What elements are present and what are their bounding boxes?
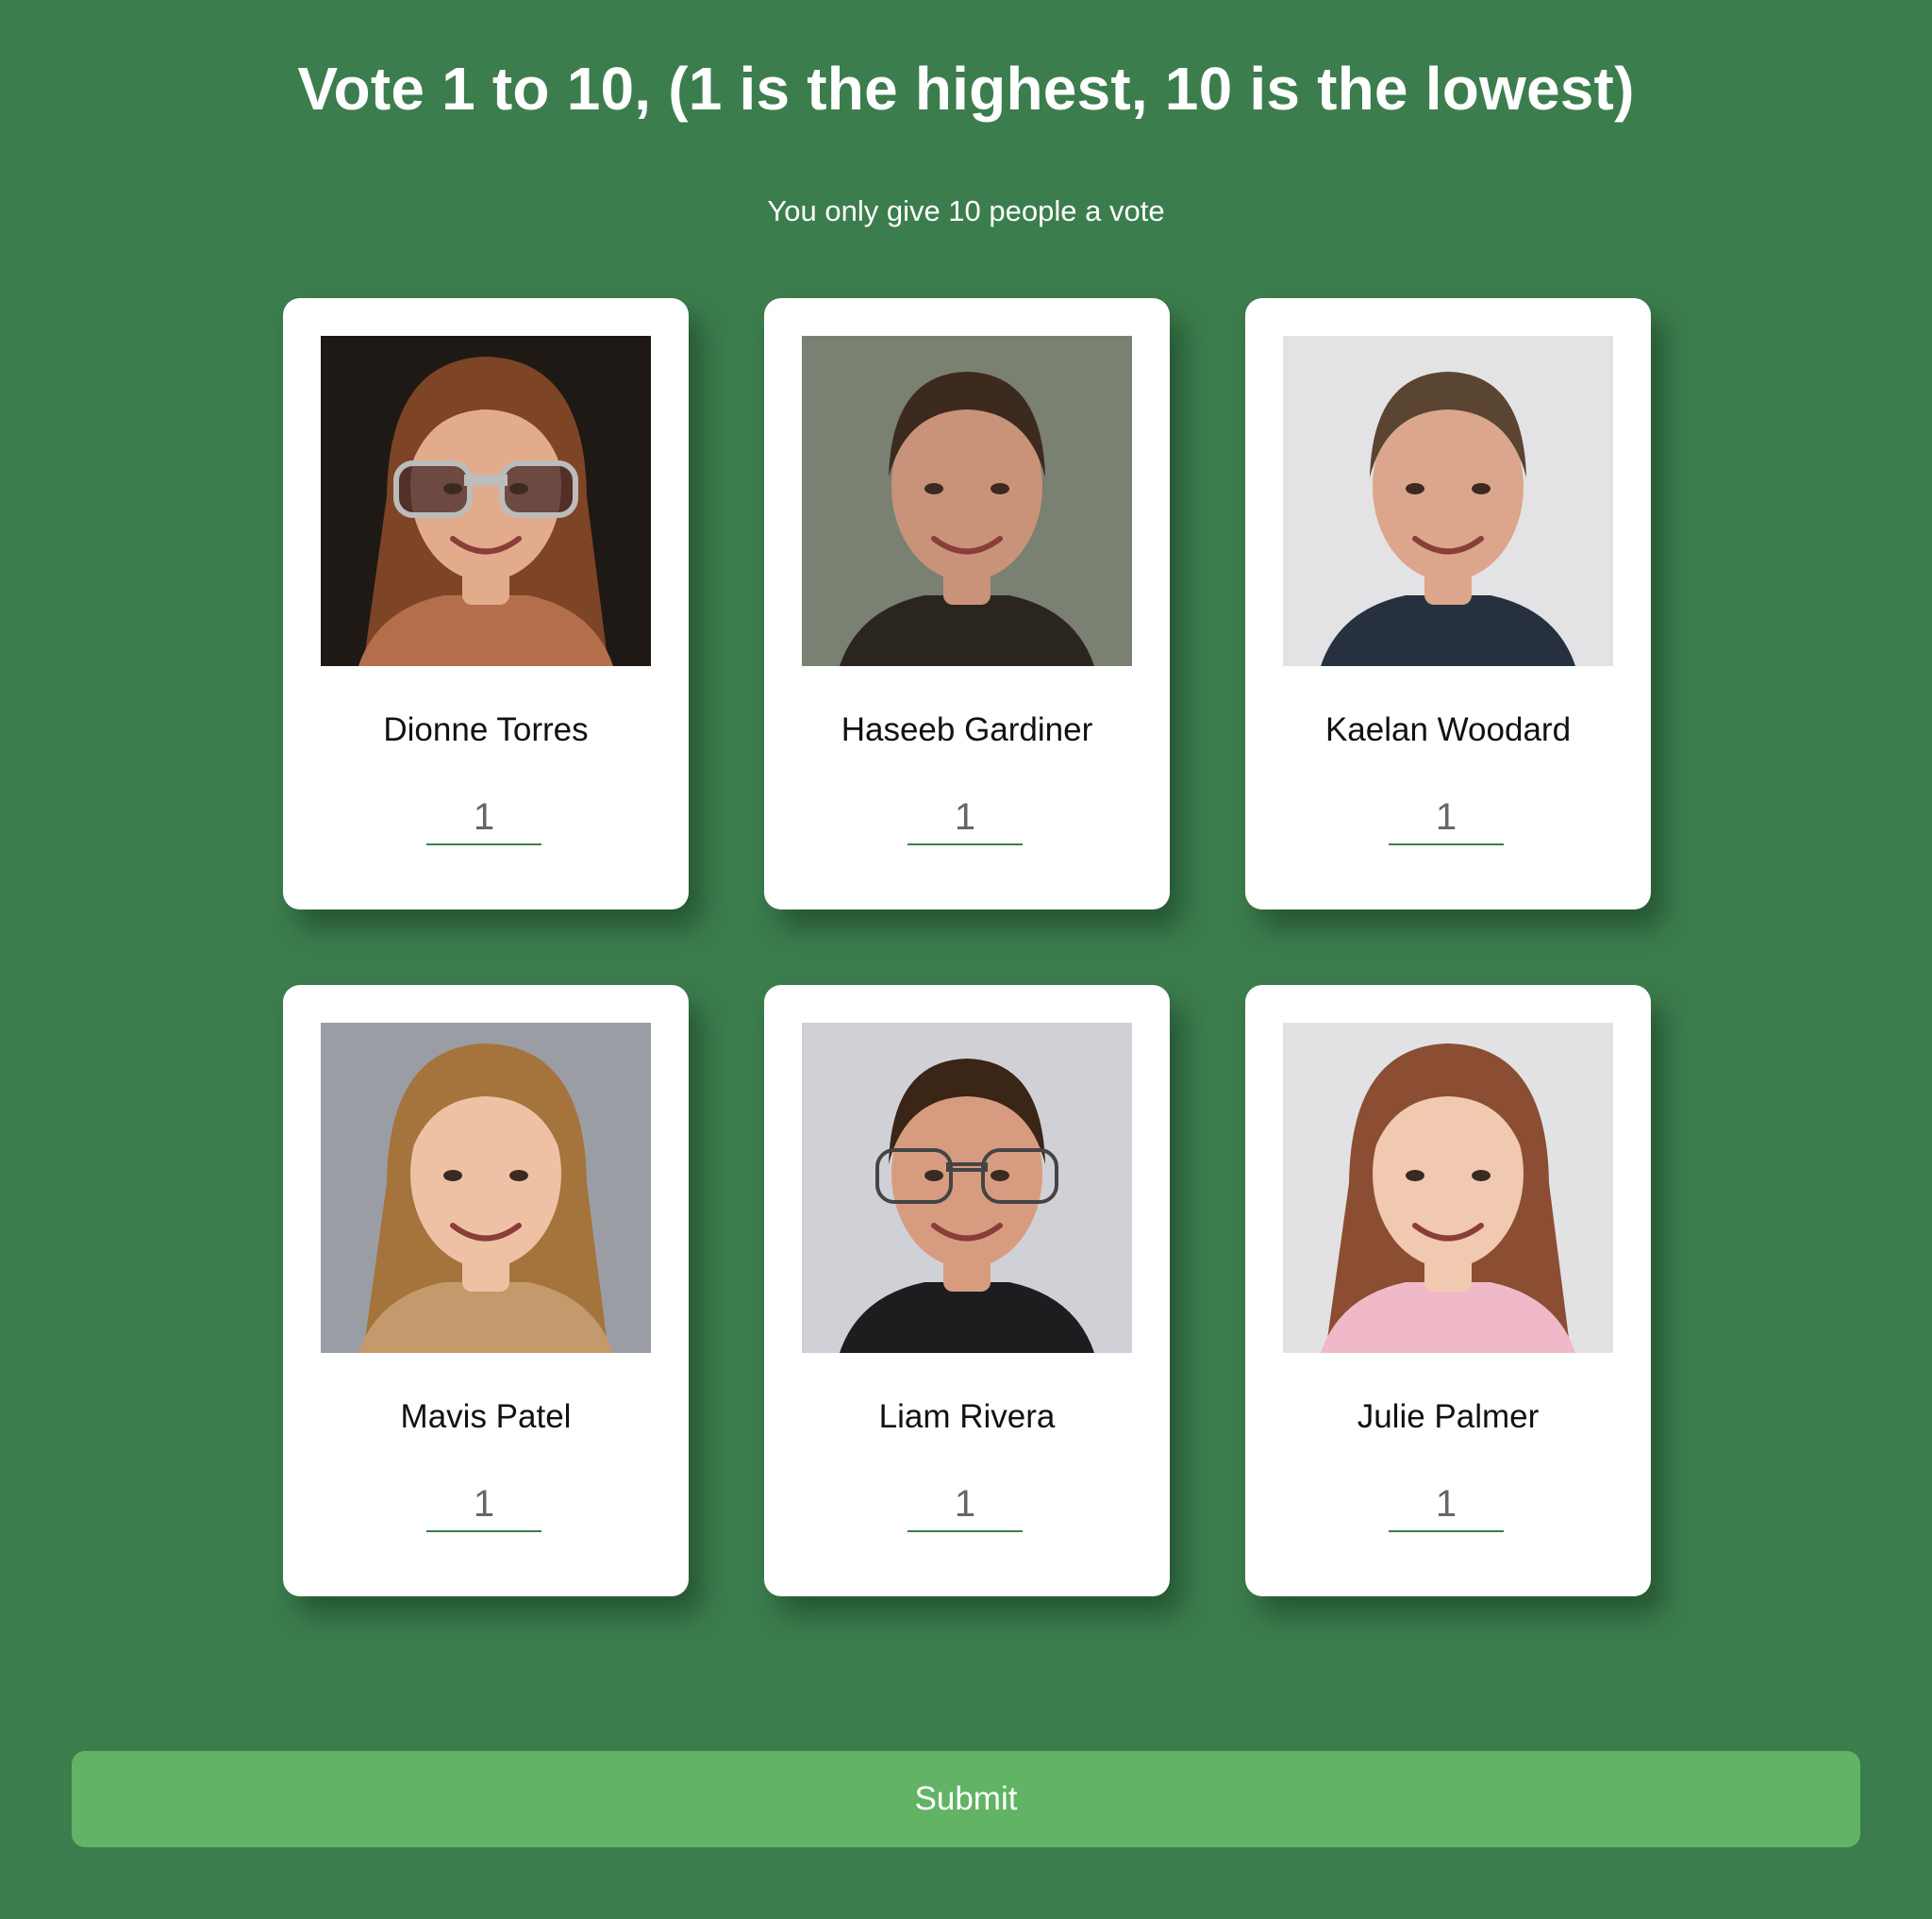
candidate-card: Dionne Torres xyxy=(283,298,689,909)
candidate-photo xyxy=(321,336,651,666)
candidate-name: Julie Palmer xyxy=(1357,1398,1540,1435)
candidate-name: Kaelan Woodard xyxy=(1324,711,1572,748)
candidate-photo xyxy=(802,1023,1132,1353)
candidate-name: Haseeb Gardiner xyxy=(841,711,1093,748)
candidate-card: Julie Palmer xyxy=(1245,985,1651,1596)
candidate-name: Mavis Patel xyxy=(400,1398,572,1435)
candidate-name: Dionne Torres xyxy=(383,711,589,748)
portrait-image xyxy=(321,336,651,666)
portrait-image xyxy=(321,1023,651,1353)
vote-input[interactable] xyxy=(908,791,1023,845)
candidate-photo xyxy=(1283,1023,1613,1353)
portrait-image xyxy=(802,1023,1132,1353)
vote-input[interactable] xyxy=(908,1477,1023,1532)
page-title: Vote 1 to 10, (1 is the highest, 10 is t… xyxy=(297,55,1635,123)
candidate-card: Haseeb Gardiner xyxy=(764,298,1170,909)
candidate-photo xyxy=(321,1023,651,1353)
candidate-photo xyxy=(1283,336,1613,666)
submit-button[interactable]: Submit xyxy=(72,1751,1860,1847)
page-subtitle: You only give 10 people a vote xyxy=(767,194,1165,227)
portrait-image xyxy=(1283,1023,1613,1353)
portrait-image xyxy=(802,336,1132,666)
candidate-photo xyxy=(802,336,1132,666)
vote-input[interactable] xyxy=(1389,1477,1504,1532)
candidate-card: Liam Rivera xyxy=(764,985,1170,1596)
candidate-name: Liam Rivera xyxy=(878,1398,1056,1435)
candidate-grid: Dionne Torres Haseeb Gardiner xyxy=(283,298,1651,1596)
portrait-image xyxy=(1283,336,1613,666)
vote-input[interactable] xyxy=(426,1477,541,1532)
candidate-card: Mavis Patel xyxy=(283,985,689,1596)
vote-input[interactable] xyxy=(1389,791,1504,845)
candidate-card: Kaelan Woodard xyxy=(1245,298,1651,909)
vote-input[interactable] xyxy=(426,791,541,845)
